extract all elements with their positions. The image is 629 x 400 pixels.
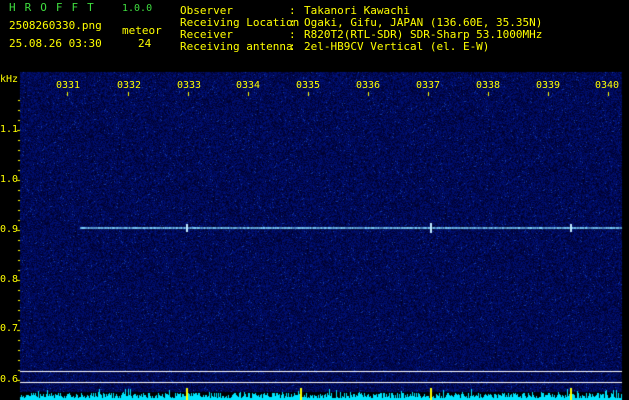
- y-axis-unit: kHz: [0, 74, 19, 85]
- app-version: 1.0.0: [122, 3, 153, 14]
- x-tick-label: 0337: [416, 80, 441, 91]
- y-tick-label: 1.1: [0, 124, 19, 135]
- x-tick-label: 0338: [476, 80, 501, 91]
- y-tick-label: 0.9: [0, 224, 19, 235]
- meteor-count: 24: [138, 37, 152, 50]
- x-tick-label: 0332: [117, 80, 142, 91]
- y-tick-label: 0.6: [0, 374, 19, 385]
- x-tick-label: 0336: [356, 80, 381, 91]
- date-time: 25.08.26 03:30: [9, 37, 102, 50]
- x-tick-label: 0335: [296, 80, 321, 91]
- app-title: HROFFT: [9, 1, 103, 14]
- info-label-antenna: Receiving antenna: [180, 40, 293, 53]
- x-tick-label: 0333: [177, 80, 202, 91]
- info-value-antenna: 2el-HB9CV Vertical (el. E-W): [304, 40, 490, 53]
- y-tick-label: 1.0: [0, 174, 19, 185]
- y-tick-label: 0.8: [0, 274, 19, 285]
- info-colon: :: [289, 40, 296, 53]
- x-tick-label: 0331: [56, 80, 81, 91]
- file-name: 2508260330.png: [9, 19, 102, 32]
- x-tick-label: 0334: [236, 80, 261, 91]
- meteor-label: meteor: [122, 24, 162, 37]
- x-tick-label: 0339: [536, 80, 561, 91]
- y-tick-label: 0.7: [0, 323, 19, 334]
- x-tick-label: 0340: [595, 80, 620, 91]
- spectrogram-plot: [0, 0, 629, 400]
